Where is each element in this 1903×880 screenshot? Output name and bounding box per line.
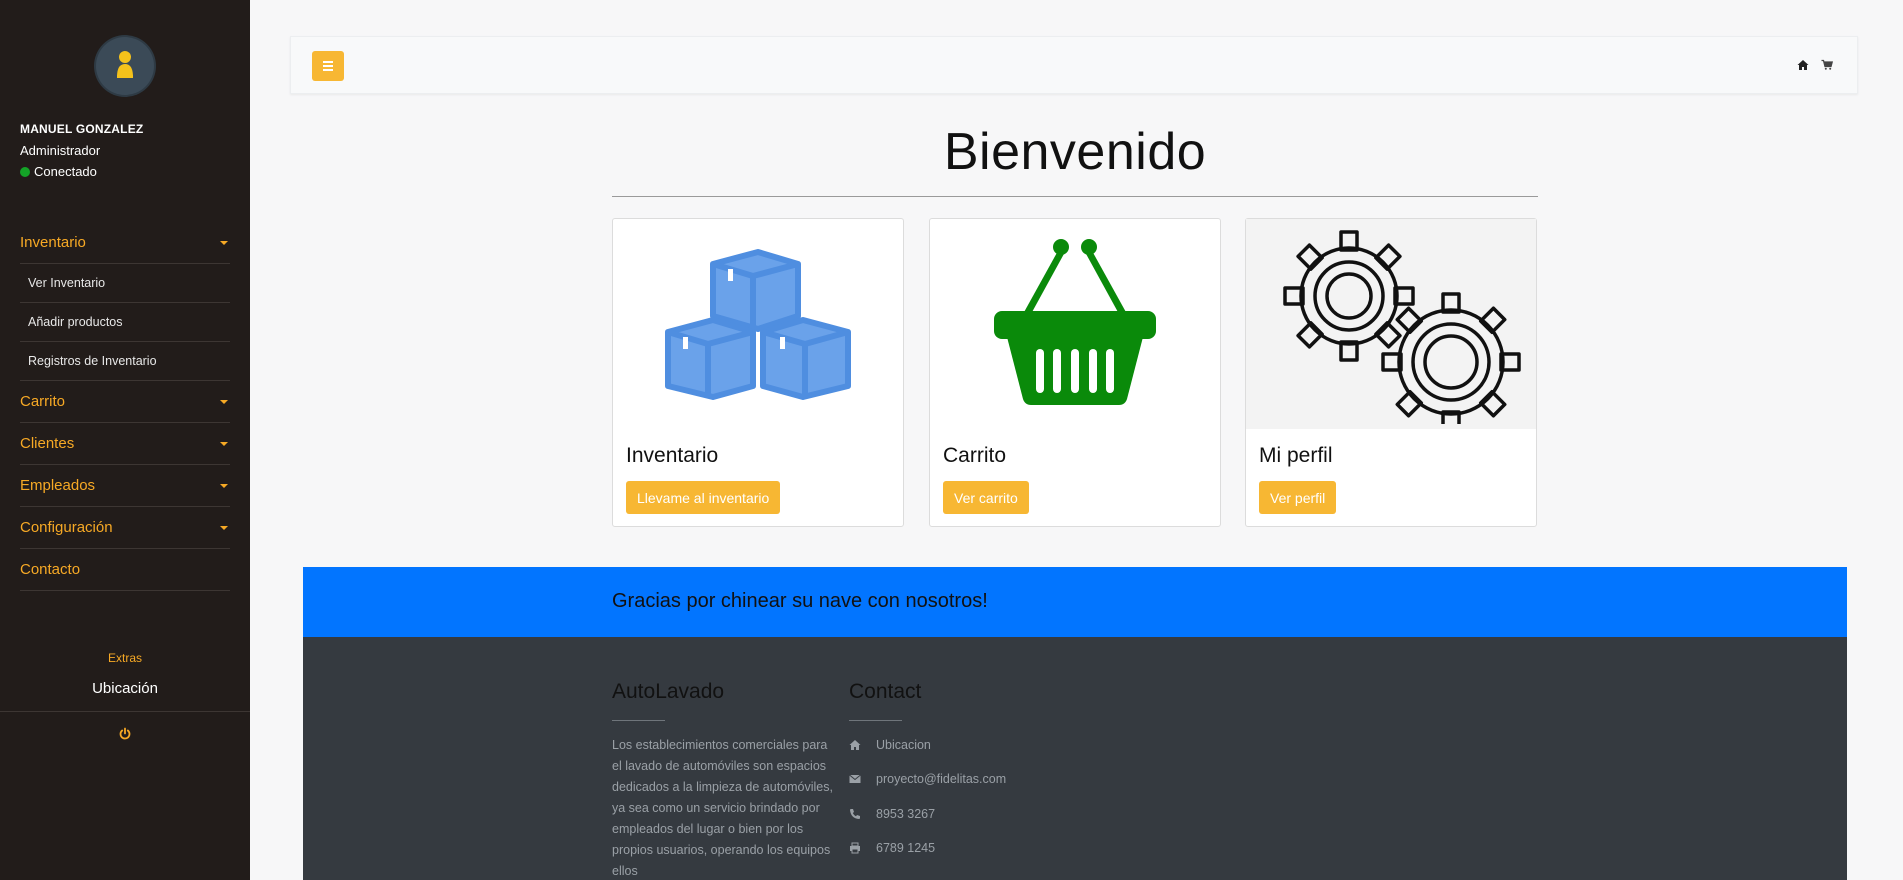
hamburger-icon	[323, 61, 333, 63]
footer-about-title: AutoLavado	[612, 680, 725, 703]
sidebar-item-label: Empleados	[20, 477, 96, 494]
contact-location: Ubicacion	[849, 738, 931, 752]
user-status: Conectado	[20, 164, 97, 179]
status-dot-icon	[20, 166, 30, 177]
extras-label: Extras	[107, 651, 142, 665]
user-role: Administrador	[20, 143, 101, 158]
sidebar-menu: Inventario Ver Inventario Añadir product…	[20, 222, 230, 591]
ubicacion-link[interactable]: Ubicación	[0, 680, 250, 697]
card-perfil: Mi perfil Ver perfil	[1245, 218, 1537, 527]
banner-text: Gracias por chinear su nave con nosotros…	[612, 590, 988, 612]
caret-down-icon	[220, 483, 228, 488]
user-name: MANUEL GONZALEZ	[20, 122, 144, 136]
card-carrito: Carrito Ver carrito	[929, 218, 1221, 527]
card-image	[1246, 219, 1536, 429]
printer-icon	[850, 842, 860, 854]
caret-down-icon	[220, 399, 228, 404]
nav-icons	[1797, 59, 1833, 71]
gears-icon	[1283, 230, 1521, 424]
sidebar-item-label: Clientes	[20, 435, 75, 452]
contact-phone: 8953 3267	[849, 807, 935, 821]
contact-email[interactable]: proyecto@fidelitas.com	[849, 772, 1006, 786]
divider	[0, 711, 250, 712]
sidebar-subitem-registros[interactable]: Registros de Inventario	[20, 342, 230, 381]
contact-fax: 6789 1245	[849, 841, 935, 855]
footer-divider	[849, 720, 902, 721]
contact-email-text: proyecto@fidelitas.com	[876, 772, 1007, 786]
sidebar-subitem-ver-inventario[interactable]: Ver Inventario	[20, 264, 230, 303]
home-icon[interactable]	[1797, 59, 1809, 71]
power-icon[interactable]	[118, 727, 132, 741]
basket-icon	[994, 239, 1156, 405]
contact-phone-text: 8953 3267	[876, 807, 936, 821]
avatar[interactable]	[96, 37, 154, 95]
footer-banner: Gracias por chinear su nave con nosotros…	[303, 567, 1847, 637]
home-icon	[849, 740, 861, 750]
sidebar-subitem-anadir-productos[interactable]: Añadir productos	[20, 303, 230, 342]
boxes-icon	[665, 249, 851, 400]
inventario-button[interactable]: Llevame al inventario	[626, 481, 781, 514]
sidebar-item-empleados[interactable]: Empleados	[20, 465, 230, 507]
phone-icon	[850, 809, 860, 819]
sidebar-item-label: Contacto	[20, 561, 81, 578]
title-divider	[612, 196, 1538, 197]
caret-down-icon	[220, 441, 228, 446]
footer: AutoLavado Los establecimientos comercia…	[303, 637, 1847, 880]
card-inventario: Inventario Llevame al inventario	[612, 218, 904, 527]
footer-about-text: Los establecimientos comerciales para el…	[612, 738, 833, 878]
cart-icon[interactable]	[1821, 59, 1833, 71]
sidebar-item-inventario[interactable]: Inventario	[20, 222, 230, 264]
card-image	[613, 219, 903, 429]
hamburger-line	[323, 65, 333, 67]
carrito-button[interactable]: Ver carrito	[943, 481, 1029, 514]
sidebar-item-label: Inventario	[20, 234, 86, 251]
sidebar-item-contacto[interactable]: Contacto	[20, 549, 230, 591]
card-image	[930, 219, 1220, 429]
caret-down-icon	[220, 240, 228, 245]
caret-down-icon	[220, 525, 228, 530]
top-navbar	[290, 36, 1858, 94]
contact-location-text: Ubicacion	[876, 738, 931, 752]
sidebar-item-configuracion[interactable]: Configuración	[20, 507, 230, 549]
sidebar: MANUEL GONZALEZ Administrador Conectado …	[0, 0, 250, 880]
page-title: Bienvenido	[943, 123, 1207, 181]
menu-toggle-button[interactable]	[312, 51, 344, 81]
status-label: Conectado	[34, 164, 97, 179]
contact-fax-text: 6789 1245	[876, 841, 936, 855]
hamburger-line	[323, 69, 333, 71]
sidebar-item-carrito[interactable]: Carrito	[20, 381, 230, 423]
footer-contact-title: Contact	[849, 680, 922, 703]
footer-divider	[612, 720, 665, 721]
perfil-button[interactable]: Ver perfil	[1259, 481, 1337, 514]
envelope-icon	[849, 774, 861, 783]
sidebar-item-clientes[interactable]: Clientes	[20, 423, 230, 465]
user-icon	[117, 51, 133, 78]
sidebar-item-label: Carrito	[20, 393, 66, 410]
sidebar-item-label: Configuración	[20, 519, 113, 536]
card-title: Mi perfil	[1259, 444, 1333, 467]
card-title: Inventario	[626, 444, 719, 467]
card-title: Carrito	[943, 444, 1007, 467]
